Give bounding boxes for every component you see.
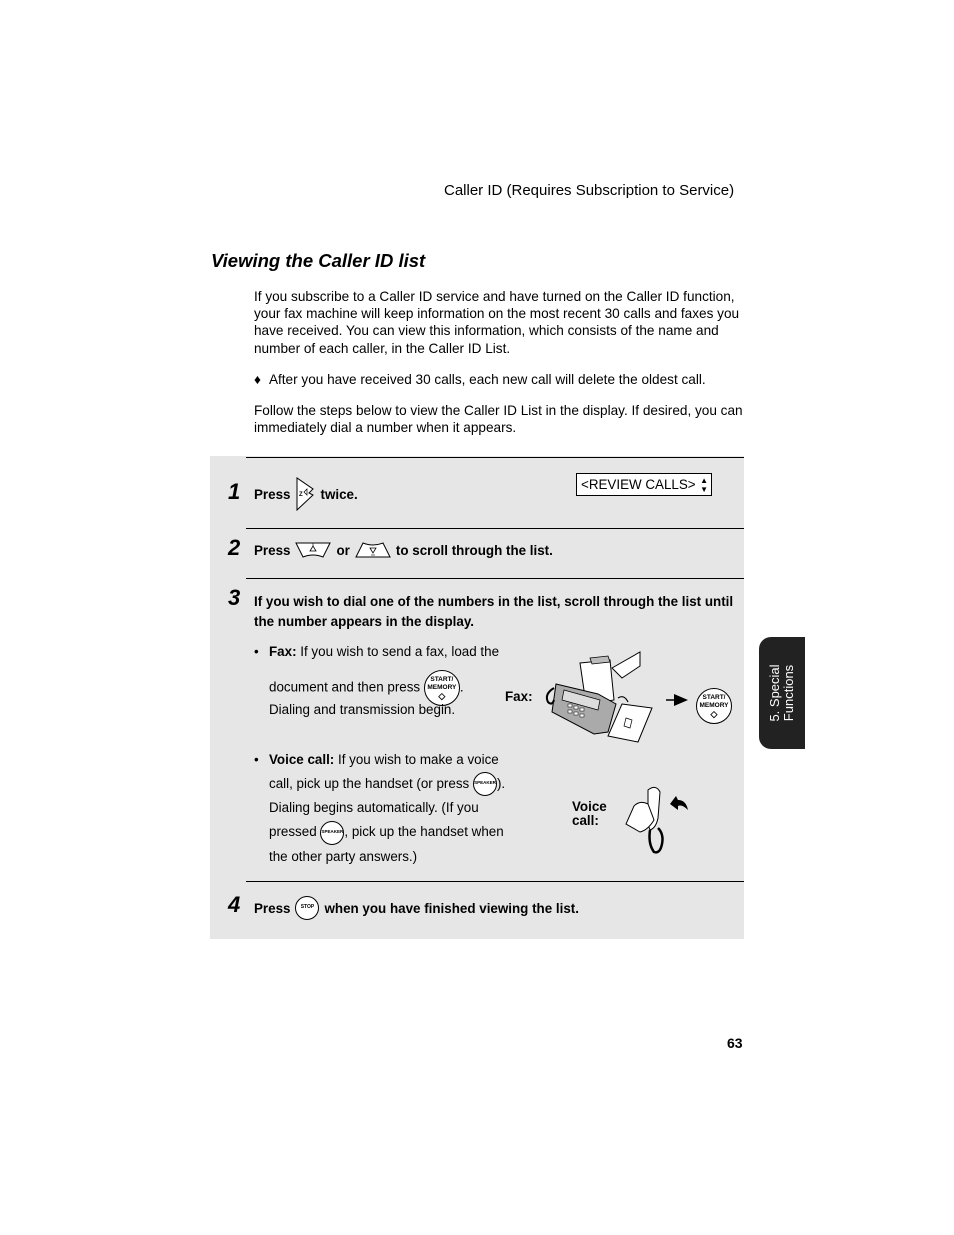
follow-paragraph: Follow the steps below to view the Calle…: [254, 403, 743, 436]
step-after-text: when you have finished viewing the list.: [324, 900, 579, 916]
note-item: ♦ After you have received 30 calls, each…: [254, 371, 744, 388]
scroll-down-key-icon: [355, 542, 391, 558]
diamond-bullet-icon: ♦: [254, 372, 261, 387]
svg-text:Z: Z: [299, 492, 303, 498]
fax-label: Fax:: [269, 644, 297, 659]
scroll-up-key-icon: [295, 542, 332, 558]
step-4-instruction: Press STOP when you have finished viewin…: [254, 896, 579, 920]
step-or-label: or: [336, 542, 350, 558]
bullet-icon: •: [254, 752, 259, 767]
step-1-instruction: Press Z twice.: [254, 477, 358, 511]
voice-call-label: Voice call:: [269, 752, 335, 767]
function-key-icon: Z: [296, 477, 315, 511]
step-3-instruction: If you wish to dial one of the numbers i…: [254, 594, 734, 629]
section-title: Viewing the Caller ID list: [211, 250, 426, 271]
step-after-text: twice.: [320, 486, 358, 502]
bullet-icon: •: [254, 644, 259, 659]
chapter-tab-label: 5. Special Functions: [767, 664, 796, 722]
speaker-key-icon: SPEAKER: [472, 772, 497, 797]
arrow-right-icon: [666, 694, 688, 706]
voice-call-option: • Voice call: If you wish to make a voic…: [254, 748, 524, 869]
step-press-label: Press: [254, 900, 291, 916]
step-2-instruction: Press or to scroll through the list.: [254, 541, 553, 559]
fax-illustration-label: Fax:: [505, 689, 533, 704]
divider: [246, 457, 744, 458]
step-after-text: to scroll through the list.: [395, 542, 553, 558]
lcd-text: <REVIEW CALLS>: [581, 477, 696, 492]
page-number: 63: [727, 1035, 743, 1051]
fax-option: • Fax: If you wish to send a fax, load t…: [254, 640, 524, 722]
lcd-display: <REVIEW CALLS> ▲ ▼: [576, 473, 712, 496]
chapter-tab[interactable]: 5. Special Functions: [759, 637, 805, 749]
divider: [246, 578, 744, 579]
running-head: Caller ID (Requires Subscription to Serv…: [444, 182, 735, 199]
step-number: 3: [228, 585, 241, 610]
step-press-label: Press: [254, 542, 291, 558]
handset-illustration: [625, 786, 688, 854]
divider: [246, 528, 744, 529]
speaker-key-icon: SPEAKER: [320, 820, 345, 845]
up-down-arrows-icon: ▲ ▼: [700, 476, 708, 494]
step-number: 4: [228, 892, 241, 917]
step-number: 1: [228, 479, 241, 504]
stop-key-icon: STOP: [295, 896, 320, 920]
voice-illustration-label: Voice call:: [572, 799, 607, 828]
note-text: After you have received 30 calls, each n…: [268, 372, 706, 387]
start-memory-key-icon: START/MEMORY ◇: [696, 688, 732, 724]
step-press-label: Press: [254, 486, 291, 502]
divider: [246, 881, 744, 882]
step-number: 2: [228, 535, 241, 560]
intro-paragraph: If you subscribe to a Caller ID service …: [254, 289, 740, 356]
fax-machine-illustration: [545, 651, 653, 743]
